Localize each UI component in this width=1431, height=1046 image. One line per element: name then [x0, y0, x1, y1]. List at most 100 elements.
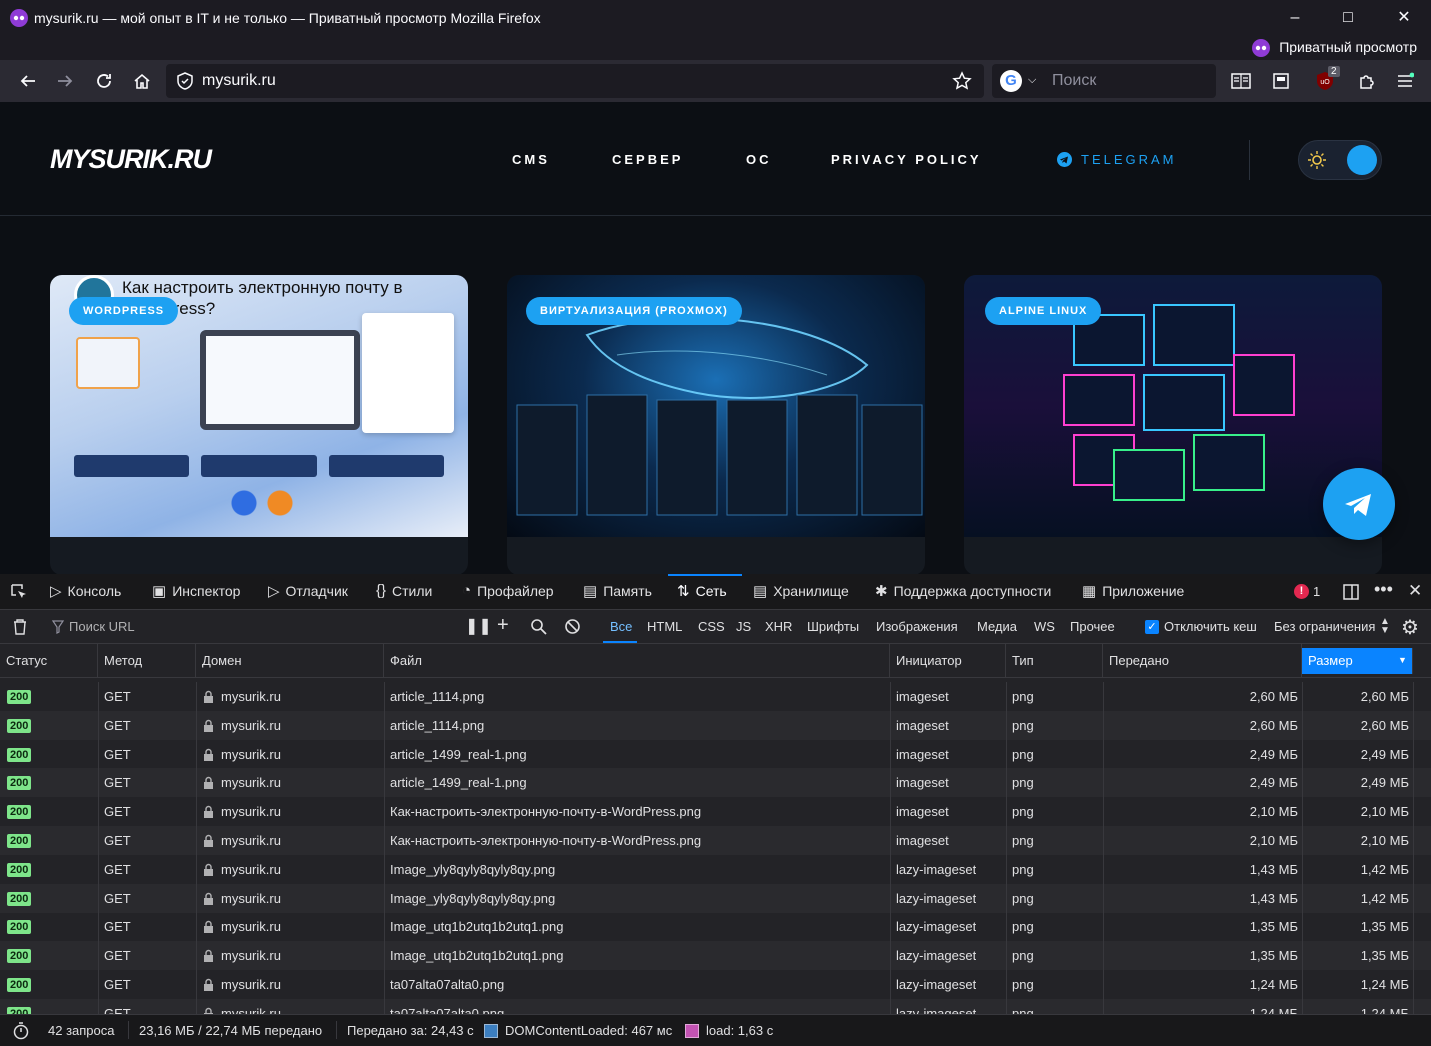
category-badge-wordpress[interactable]: WORDPRESS: [69, 297, 179, 325]
category-badge-alpine[interactable]: ALPINE LINUX: [985, 297, 1102, 325]
category-badge-proxmox[interactable]: ВИРТУАЛИЗАЦИЯ (PROXMOX): [526, 297, 742, 325]
menu-item-server[interactable]: СЕРВЕР: [612, 152, 683, 167]
column-method[interactable]: Метод: [98, 644, 196, 678]
tab-memory[interactable]: ▤ Память: [583, 582, 652, 600]
bookmark-star-icon[interactable]: [952, 71, 972, 96]
dock-layout-icon[interactable]: [1342, 583, 1360, 606]
request-row[interactable]: 200 GET mysurik.ru ta07alta07alta0.png lazy-…: [0, 970, 1431, 999]
filter-media[interactable]: Медиа: [977, 619, 1017, 634]
filter-ws[interactable]: WS: [1034, 619, 1055, 634]
cell-transferred: 1,35 МБ: [1249, 948, 1298, 963]
tab-storage[interactable]: ▤ Хранилище: [753, 582, 849, 600]
disable-cache-label[interactable]: Отключить кеш: [1164, 619, 1257, 634]
tab-network[interactable]: ⇅ Сеть: [677, 582, 727, 600]
column-file[interactable]: Файл: [384, 644, 890, 678]
back-button[interactable]: [13, 66, 43, 96]
request-row[interactable]: 200 GET mysurik.ru article_1499_real-1.png i…: [0, 768, 1431, 797]
tab-profiler[interactable]: ◔ Профайлер: [462, 582, 554, 599]
article-card-proxmox[interactable]: ВИРТУАЛИЗАЦИЯ (PROXMOX): [507, 275, 925, 574]
theme-toggle[interactable]: [1298, 140, 1382, 180]
filter-all[interactable]: Все: [610, 619, 632, 634]
stopwatch-icon[interactable]: [12, 1022, 30, 1043]
request-row[interactable]: 200 GET mysurik.ru article_1114.png imageset…: [0, 682, 1431, 711]
tab-application[interactable]: ▦ Приложение: [1082, 582, 1184, 600]
more-options-icon[interactable]: •••: [1374, 579, 1393, 600]
request-row[interactable]: 200 GET mysurik.ru Как-настроить-электронну…: [0, 797, 1431, 826]
column-initiator[interactable]: Инициатор: [890, 644, 1006, 678]
status-code-badge: 200: [7, 863, 32, 877]
block-icon[interactable]: [564, 618, 581, 640]
add-icon[interactable]: +: [497, 614, 509, 637]
element-picker-icon[interactable]: [10, 583, 28, 606]
telegram-icon[interactable]: [1057, 152, 1072, 167]
column-divider: [196, 826, 197, 855]
search-input[interactable]: Поиск: [1052, 72, 1096, 90]
reader-view-icon[interactable]: [1226, 66, 1256, 96]
close-window-icon[interactable]: ✕: [1381, 6, 1427, 30]
request-row[interactable]: 200 GET mysurik.ru article_1499_real-1.png i…: [0, 740, 1431, 769]
throttle-arrows-icon[interactable]: ▲ ▼: [1380, 617, 1390, 636]
menu-item-privacy[interactable]: PRIVACY POLICY: [831, 152, 982, 167]
filter-fonts[interactable]: Шрифты: [807, 619, 859, 634]
request-row[interactable]: 200 GET mysurik.ru Image_utq1b2utq1b2utq1.p…: [0, 912, 1431, 941]
request-row[interactable]: 200 GET mysurik.ru Image_utq1b2utq1b2utq1.p…: [0, 941, 1431, 970]
menu-item-cms[interactable]: CMS: [512, 152, 550, 167]
request-row[interactable]: 200 GET mysurik.ru ta07alta07alta0.png lazy-…: [0, 999, 1431, 1014]
reload-button[interactable]: [89, 66, 119, 96]
filter-images[interactable]: Изображения: [876, 619, 958, 634]
request-row[interactable]: 200 GET mysurik.ru Image_yly8qyly8qyly8qy.p…: [0, 855, 1431, 884]
extensions-icon[interactable]: [1352, 66, 1382, 96]
throttle-select[interactable]: Без ограничения: [1274, 619, 1375, 634]
disable-cache-checkbox[interactable]: ✓: [1145, 620, 1159, 634]
filter-other[interactable]: Прочее: [1070, 619, 1115, 634]
filter-html[interactable]: HTML: [647, 619, 682, 634]
filter-xhr[interactable]: XHR: [765, 619, 792, 634]
url-filter-input[interactable]: Поиск URL: [69, 619, 135, 634]
menu-item-os[interactable]: ОС: [746, 152, 772, 167]
error-count[interactable]: 1: [1313, 584, 1320, 599]
app-menu-icon[interactable]: [1390, 66, 1420, 96]
trash-icon[interactable]: [12, 618, 28, 641]
column-domain[interactable]: Домен: [196, 644, 384, 678]
filter-js[interactable]: JS: [736, 619, 751, 634]
request-row[interactable]: 200 GET mysurik.ru Image_yly8qyly8qyly8qy.p…: [0, 884, 1431, 913]
maximize-icon[interactable]: □: [1325, 6, 1371, 30]
column-divider: [1006, 999, 1007, 1014]
ublock-icon[interactable]: uO 2: [1310, 66, 1340, 96]
pause-icon[interactable]: ❚❚: [465, 616, 492, 636]
search-bar[interactable]: G ⌵ Поиск: [992, 64, 1216, 98]
column-divider: [890, 970, 891, 999]
network-settings-gear-icon[interactable]: ⚙: [1401, 615, 1419, 640]
google-icon[interactable]: G: [1000, 70, 1022, 92]
close-devtools-icon[interactable]: ✕: [1408, 581, 1422, 601]
site-logo[interactable]: MYSURIK.RU: [50, 144, 212, 175]
search-icon[interactable]: [530, 618, 547, 640]
menu-item-telegram[interactable]: TELEGRAM: [1081, 152, 1177, 167]
telegram-float-button[interactable]: [1323, 468, 1395, 540]
error-icon[interactable]: !: [1294, 584, 1309, 599]
home-button[interactable]: [127, 66, 157, 96]
request-row[interactable]: 200 GET mysurik.ru article_1114.png imageset…: [0, 711, 1431, 740]
container-icon[interactable]: [1266, 66, 1296, 96]
forward-button[interactable]: [50, 66, 80, 96]
column-size[interactable]: Размер: [1302, 648, 1413, 674]
article-card-wordpress[interactable]: Как настроить электронную почту в WordPr…: [50, 275, 468, 574]
tab-console[interactable]: ▷ Консоль: [50, 582, 121, 600]
network-toolbar: Поиск URL ❚❚ + Все HTML CSS JS XHR Шрифт…: [0, 610, 1431, 644]
tab-inspector[interactable]: ▣ Инспектор: [152, 582, 240, 600]
tab-debugger[interactable]: ▷ Отладчик: [268, 582, 348, 600]
minimize-icon[interactable]: –: [1272, 6, 1318, 30]
filter-css[interactable]: CSS: [698, 619, 725, 634]
network-summary-bar: 42 запроса 23,16 МБ / 22,74 МБ передано …: [0, 1014, 1431, 1046]
shield-icon[interactable]: [176, 72, 194, 95]
tab-styles[interactable]: {} Стили: [376, 582, 432, 599]
request-row[interactable]: 200 GET mysurik.ru Как-настроить-электронну…: [0, 826, 1431, 855]
tab-accessibility[interactable]: ✱ Поддержка доступности: [875, 582, 1051, 600]
column-type[interactable]: Тип: [1006, 644, 1103, 678]
column-transferred[interactable]: Передано: [1103, 644, 1302, 678]
column-status[interactable]: Статус: [0, 644, 98, 678]
url-text[interactable]: mysurik.ru: [202, 72, 276, 90]
chevron-down-icon[interactable]: ⌵: [1028, 74, 1036, 87]
article-card-alpine[interactable]: ALPINE LINUX: [964, 275, 1382, 574]
url-bar[interactable]: mysurik.ru: [166, 64, 984, 98]
